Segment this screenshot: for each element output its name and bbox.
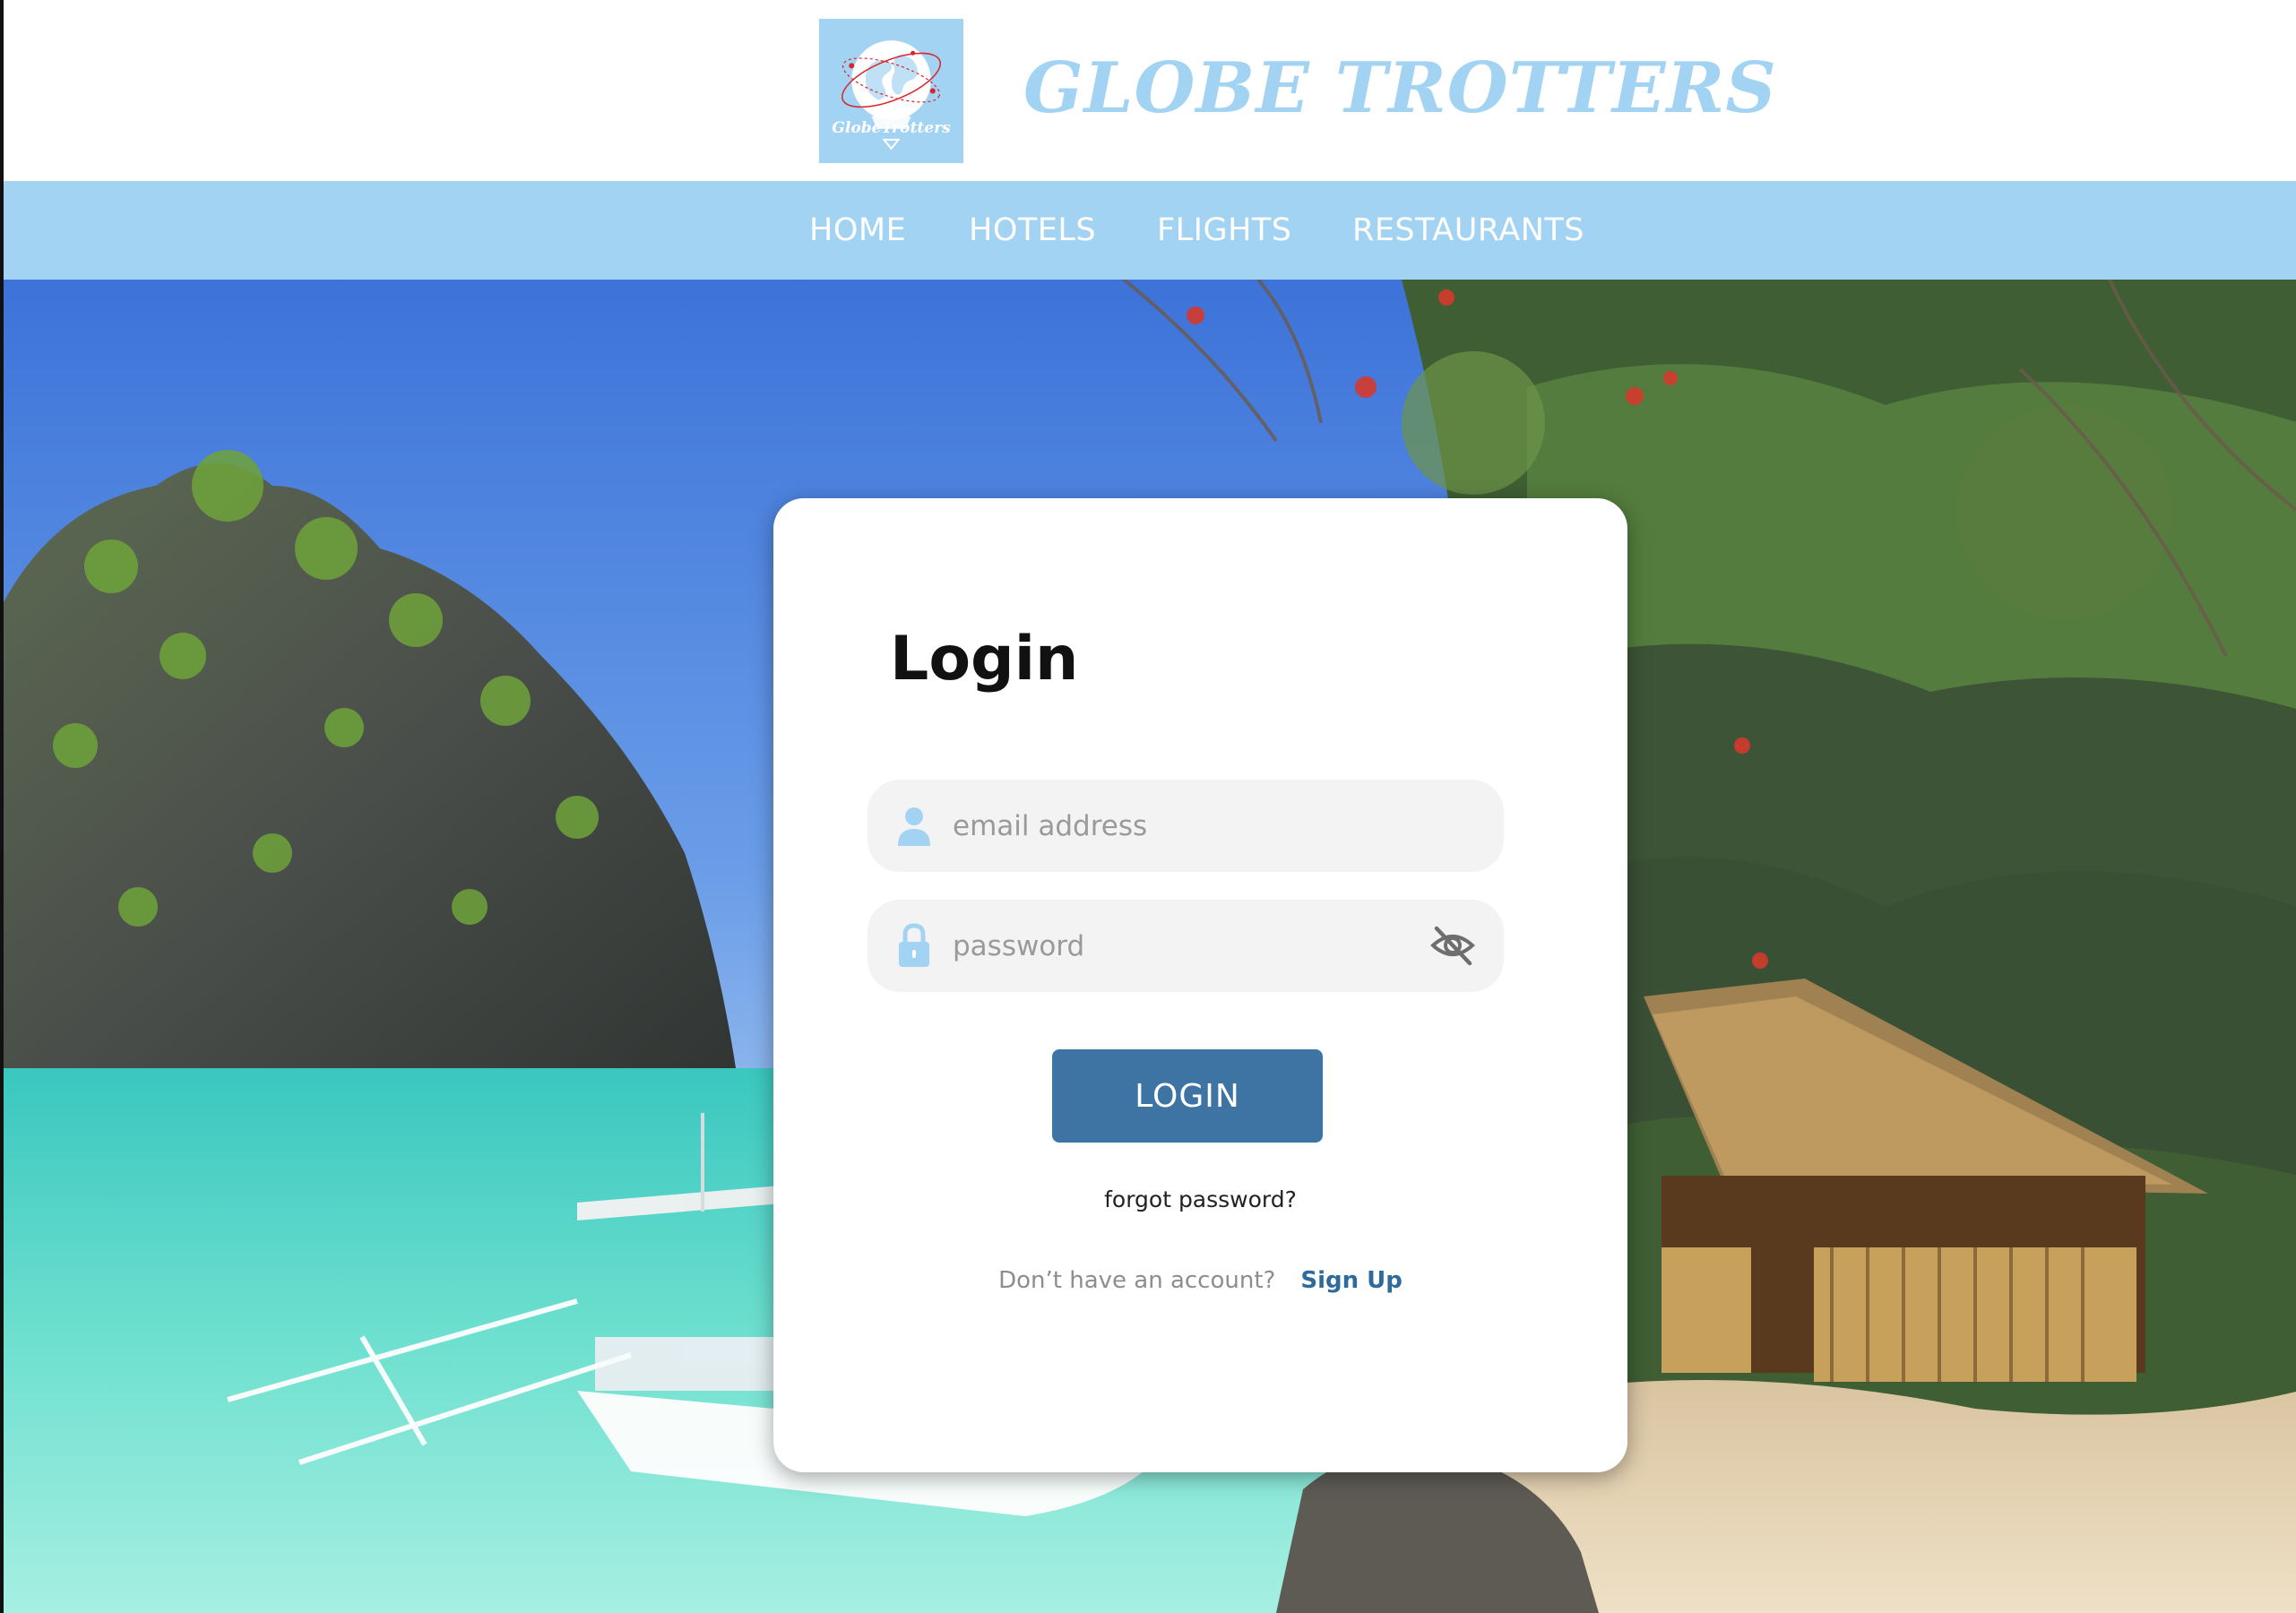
password-field[interactable] [867,900,1504,992]
email-field[interactable] [867,780,1504,872]
globe-logo-icon: GlobeTrotters [819,19,963,163]
nav-home[interactable]: HOME [809,181,906,280]
globe-trotters-logo[interactable]: GlobeTrotters [819,19,963,163]
user-icon [898,807,930,846]
login-title: Login [890,624,1079,694]
signup-row: Don’t have an account? Sign Up [773,1267,1627,1294]
lock-icon [899,923,929,967]
nav-hotels[interactable]: HOTELS [969,181,1096,280]
nav-flights[interactable]: FLIGHTS [1157,181,1292,280]
email-input[interactable] [953,780,1419,872]
signup-link[interactable]: Sign Up [1300,1267,1403,1294]
main-nav: HOME HOTELS FLIGHTS RESTAURANTS [0,181,2296,280]
password-input[interactable] [953,900,1419,992]
eye-slash-icon[interactable] [1429,921,1477,970]
site-header: GlobeTrotters GLOBE TROTTERS [0,0,2296,181]
login-button[interactable]: LOGIN [1052,1049,1323,1143]
svg-text:GlobeTrotters: GlobeTrotters [832,119,951,137]
nav-restaurants[interactable]: RESTAURANTS [1352,181,1584,280]
signup-prompt: Don’t have an account? [998,1267,1276,1294]
forgot-password-link[interactable]: forgot password? [773,1186,1627,1212]
login-card: Login LOGIN forgot password? Don’t have … [773,498,1627,1472]
site-title: GLOBE TROTTERS [1023,47,1777,129]
